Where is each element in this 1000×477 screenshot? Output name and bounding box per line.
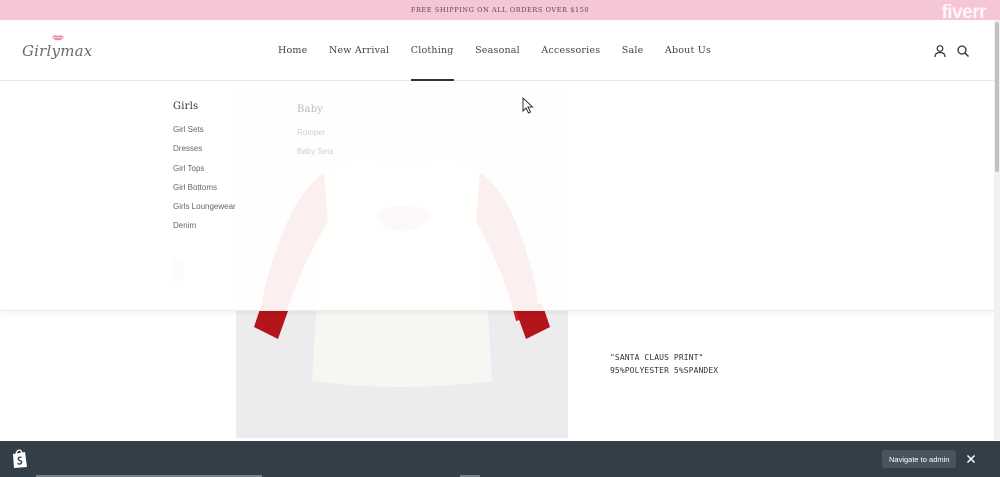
nav-clothing[interactable]: Clothing xyxy=(410,20,454,81)
menu-link-girl-bottoms[interactable]: Girl Bottoms xyxy=(173,183,236,202)
shopify-admin-bar: Navigate to admin xyxy=(0,441,1000,477)
menu-link-baby-sets[interactable]: Baby Sets xyxy=(297,147,333,166)
menu-link-romper[interactable]: Romper xyxy=(297,128,333,147)
announcement-bar: FREE SHIPPING ON ALL ORDERS OVER $150 xyxy=(0,0,1000,20)
close-icon[interactable] xyxy=(964,452,978,466)
menu-link-girl-tops[interactable]: Girl Tops xyxy=(173,164,236,183)
nav-sale[interactable]: Sale xyxy=(622,20,644,81)
search-icon[interactable] xyxy=(956,43,970,57)
scrollbar-thumb[interactable] xyxy=(995,22,999,172)
menu-column-girls: Girls Girl Sets Dresses Girl Tops Girl B… xyxy=(173,101,236,241)
site-header: Girlymax Home New Arrival Clothing Seaso… xyxy=(0,20,1000,81)
shopify-bag-icon[interactable] xyxy=(11,449,29,469)
product-description-line: 95%POLYESTER 5%SPANDEX xyxy=(610,366,719,375)
mouse-cursor-icon xyxy=(522,97,534,114)
main-nav: Home New Arrival Clothing Seasonal Acces… xyxy=(278,20,733,81)
navigate-to-admin-button[interactable]: Navigate to admin xyxy=(882,450,957,468)
brand-logo[interactable]: Girlymax xyxy=(22,34,92,70)
menu-link-denim[interactable]: Denim xyxy=(173,221,236,240)
menu-column-baby: Baby Romper Baby Sets xyxy=(297,104,333,167)
lips-icon xyxy=(52,35,64,41)
product-description-line: "SANTA CLAUS PRINT" xyxy=(610,353,704,362)
menu-heading-baby[interactable]: Baby xyxy=(297,104,333,115)
nav-home[interactable]: Home xyxy=(278,20,307,81)
clothing-mega-menu: Girls Girl Sets Dresses Girl Tops Girl B… xyxy=(0,81,1000,311)
nav-accessories[interactable]: Accessories xyxy=(541,20,600,81)
menu-link-girl-sets[interactable]: Girl Sets xyxy=(173,125,236,144)
nav-seasonal[interactable]: Seasonal xyxy=(475,20,520,81)
menu-link-dresses[interactable]: Dresses xyxy=(173,144,236,163)
nav-new-arrival[interactable]: New Arrival xyxy=(329,20,389,81)
menu-link-girls-loungewear[interactable]: Girls Loungewear xyxy=(173,202,236,221)
logo-text: Girlymax xyxy=(22,42,93,60)
announcement-text: FREE SHIPPING ON ALL ORDERS OVER $150 xyxy=(410,6,590,14)
nav-about-us[interactable]: About Us xyxy=(665,20,711,81)
account-icon[interactable] xyxy=(933,43,947,58)
menu-heading-girls[interactable]: Girls xyxy=(173,101,236,112)
